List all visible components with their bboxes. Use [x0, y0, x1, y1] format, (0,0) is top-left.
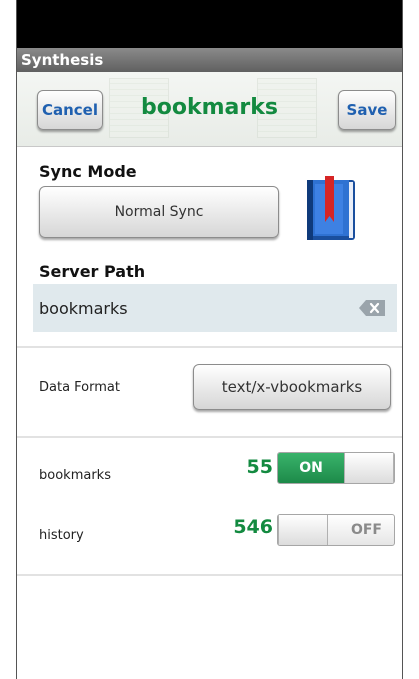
phone-screen: Synthesis Cancel bookmarks Save Sync Mod… [16, 0, 403, 679]
data-format-button[interactable]: text/x-vbookmarks [193, 364, 391, 410]
sync-mode-button[interactable]: Normal Sync [39, 186, 279, 238]
collection-count-history: 546 [233, 516, 273, 538]
toggle-off-label: OFF [350, 522, 382, 538]
collection-name-history: history [39, 528, 84, 543]
divider [17, 574, 402, 576]
collection-count-bookmarks: 55 [246, 456, 273, 478]
left-margin [0, 0, 16, 679]
toggle-knob [278, 515, 328, 545]
toggle-history[interactable]: OFF [277, 514, 395, 546]
toggle-bookmarks[interactable]: ON [277, 452, 395, 484]
toggle-on-label: ON [278, 453, 344, 483]
save-button[interactable]: Save [338, 90, 396, 130]
header-bar: Cancel bookmarks Save [17, 72, 402, 147]
divider [17, 436, 402, 438]
server-path-value: bookmarks [39, 299, 128, 318]
app-title-bar: Synthesis [17, 48, 402, 72]
clear-text-icon[interactable] [359, 300, 385, 316]
collection-name-bookmarks: bookmarks [39, 468, 111, 483]
right-margin [403, 0, 419, 679]
blue-book-icon [307, 176, 355, 240]
divider [17, 346, 402, 348]
server-path-input[interactable]: bookmarks [33, 284, 397, 332]
status-bar [17, 0, 402, 48]
server-path-label: Server Path [39, 262, 146, 281]
sync-mode-label: Sync Mode [39, 162, 137, 181]
app-title: Synthesis [21, 51, 104, 69]
toggle-knob [344, 453, 394, 483]
data-format-label: Data Format [39, 380, 120, 395]
